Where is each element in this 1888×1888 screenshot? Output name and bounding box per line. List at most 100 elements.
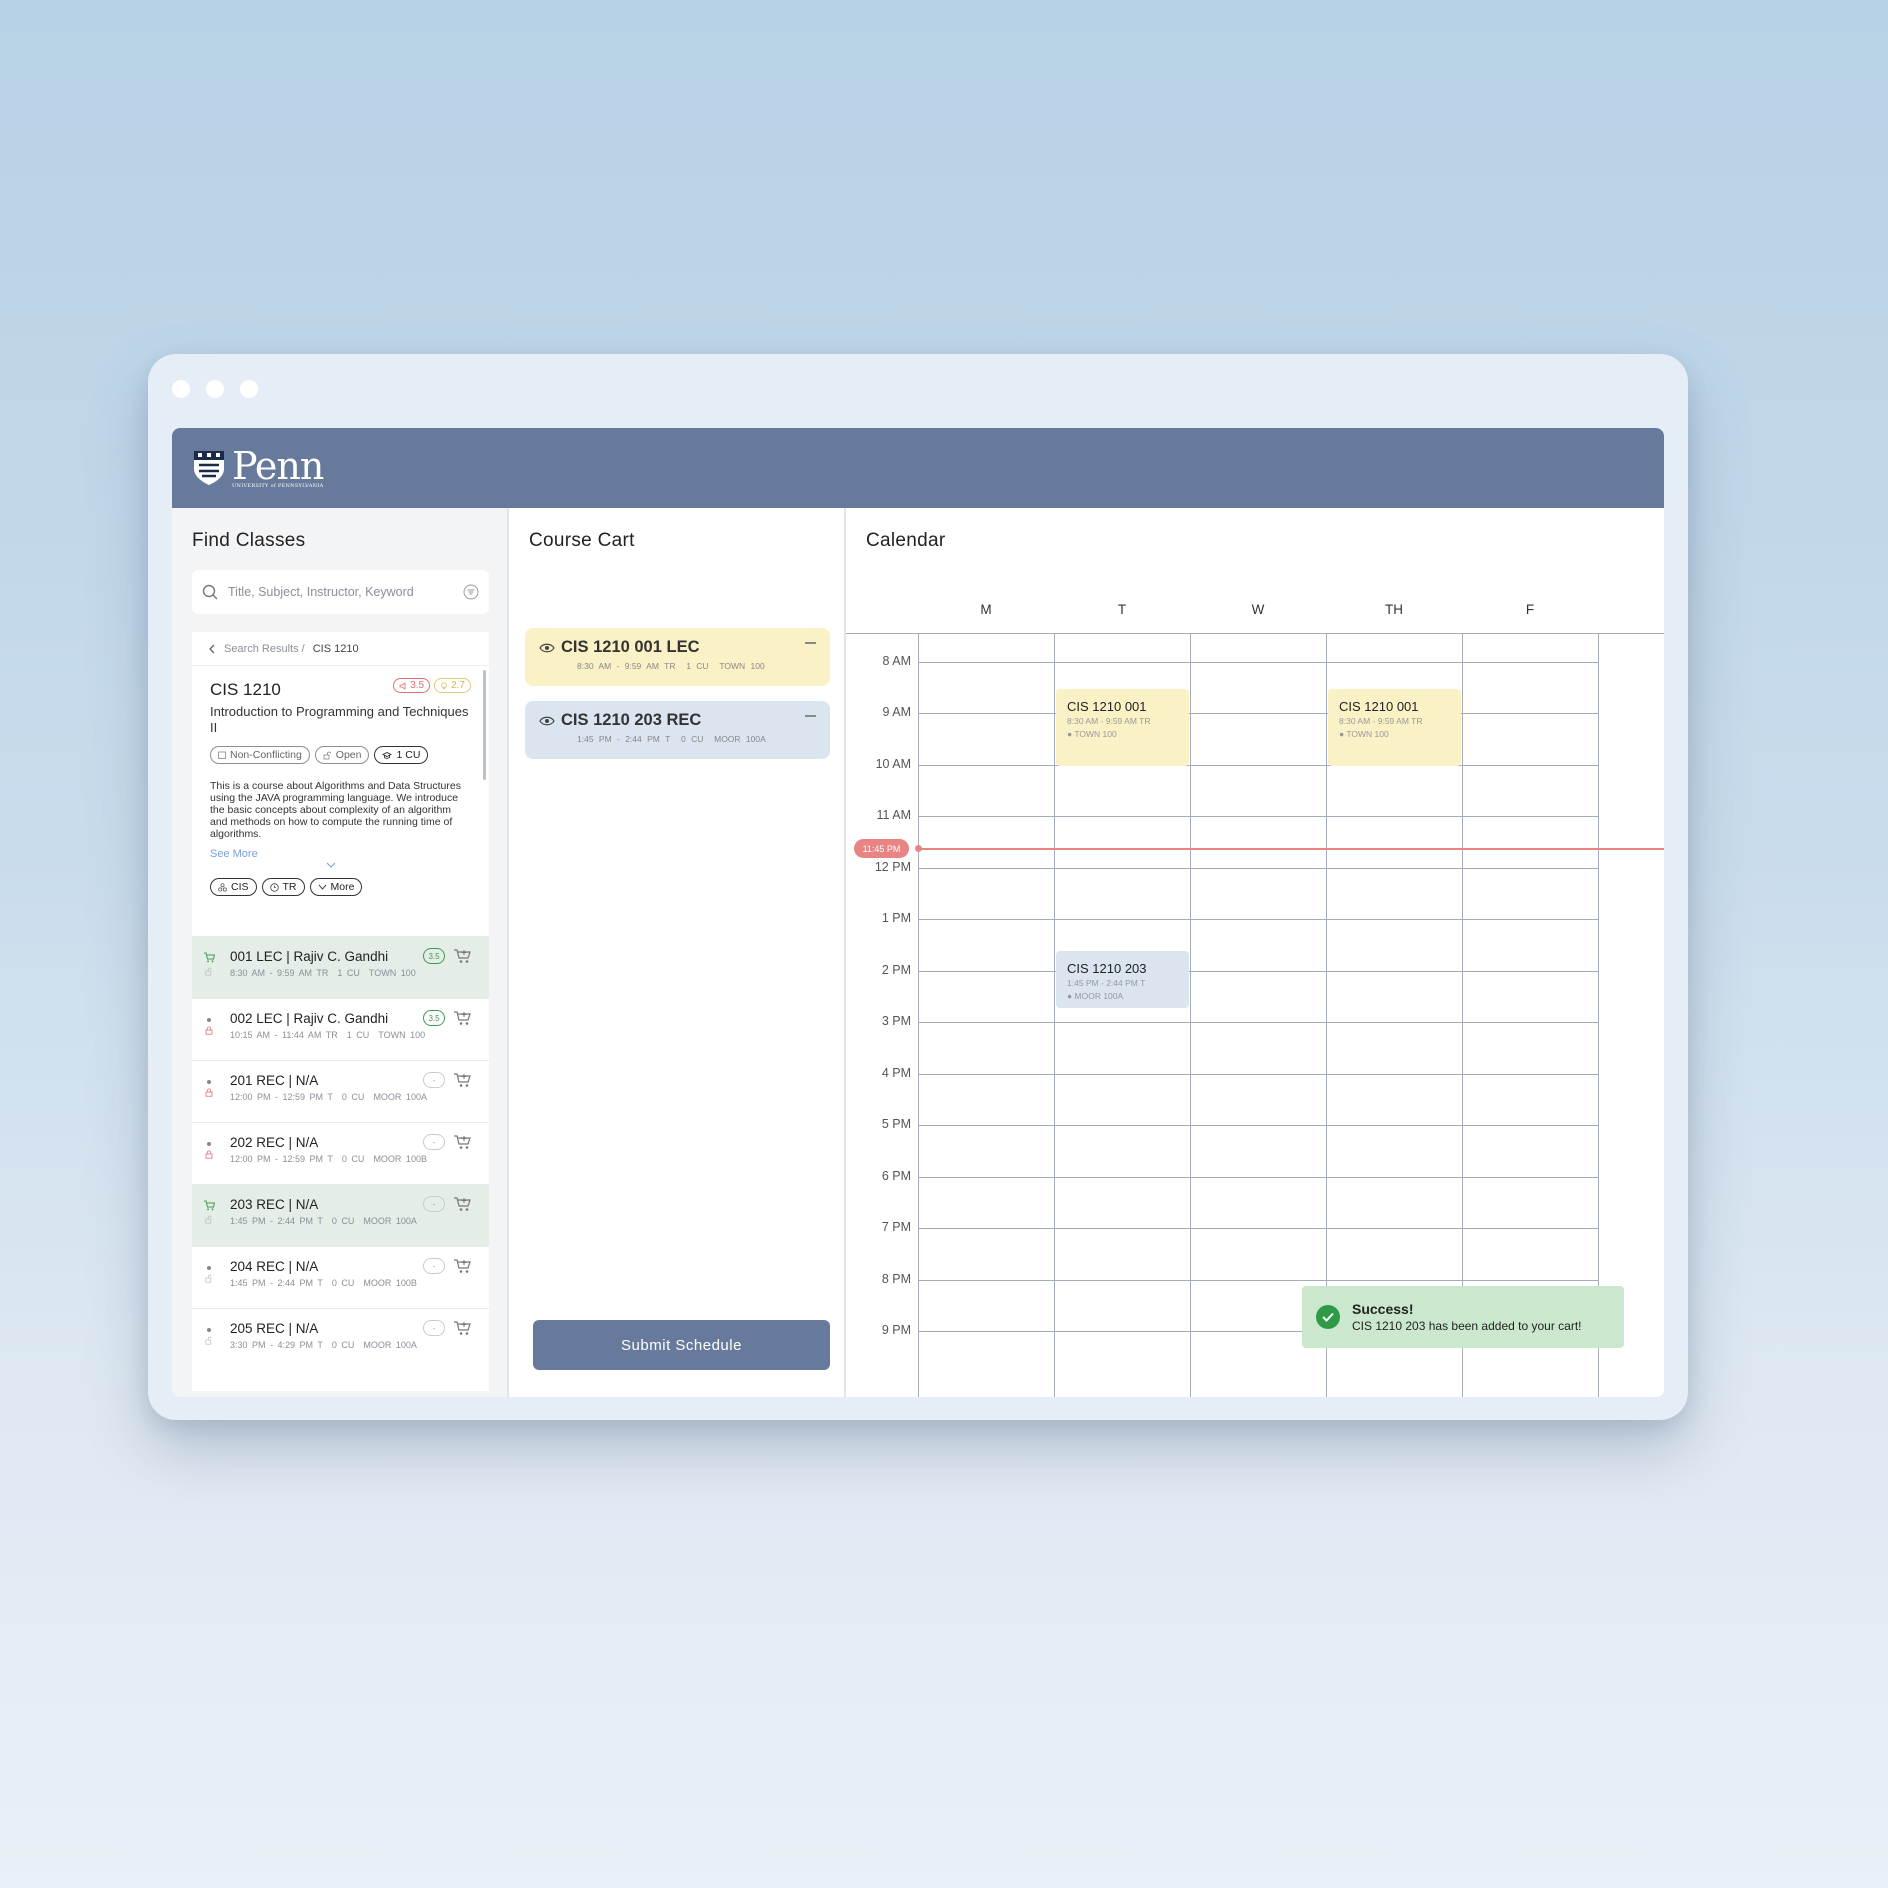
lock-icon <box>205 1026 213 1035</box>
quality-rating: 2.7 <box>434 678 471 693</box>
grid-line <box>918 1125 1598 1126</box>
time-label: 2 PM <box>881 963 911 977</box>
course-cart-panel: Course Cart CIS 1210 001 LEC 8:30 AM - 9… <box>509 508 846 1397</box>
grid-line <box>1462 633 1463 1397</box>
grid-line <box>918 1280 1598 1281</box>
see-more-link[interactable]: See More <box>210 848 471 860</box>
top-bar: Penn UNIVERSITY of PENNSYLVANIA <box>172 428 1664 508</box>
calendar-panel: Calendar M T W TH F 8 AM 9 AM 10 AM 11 A… <box>846 508 1664 1397</box>
lock-icon <box>205 1088 213 1097</box>
section-row[interactable]: 204 REC | N/A 1:45 PM - 2:44 PM T 0 CU M… <box>192 1246 489 1308</box>
add-to-cart-icon[interactable] <box>453 947 473 965</box>
add-to-cart-icon[interactable] <box>453 1009 473 1027</box>
add-to-cart-icon[interactable] <box>453 1195 473 1213</box>
course-description: This is a course about Algorithms and Da… <box>210 780 461 840</box>
check-circle-icon <box>1316 1305 1340 1329</box>
unlock-icon <box>205 1274 212 1283</box>
day-header-fri: F <box>1525 602 1535 617</box>
window-dot-minimize[interactable] <box>206 380 224 398</box>
breadcrumb-current: CIS 1210 <box>312 642 359 655</box>
add-to-cart-icon[interactable] <box>453 1133 473 1151</box>
section-row[interactable]: 203 REC | N/A 1:45 PM - 2:44 PM T 0 CU M… <box>192 1184 489 1246</box>
grid-line <box>1326 633 1327 1397</box>
grid-line <box>918 971 1598 972</box>
cart-item[interactable]: CIS 1210 001 LEC 8:30 AM - 9:59 AM TR 1 … <box>525 628 830 686</box>
grid-line <box>918 868 1598 869</box>
event-room: TOWN 100 <box>1346 729 1389 739</box>
section-row[interactable]: 002 LEC | Rajiv C. Gandhi 10:15 AM - 11:… <box>192 998 489 1060</box>
section-meta: 8:30 AM - 9:59 AM TR 1 CU TOWN 100 <box>230 968 416 978</box>
event-room: MOOR 100A <box>1074 991 1124 1001</box>
chevron-down-icon[interactable] <box>192 860 471 872</box>
section-meta: 12:00 PM - 12:59 PM T 0 CU MOOR 100B <box>230 1154 427 1164</box>
eye-icon[interactable] <box>539 716 555 726</box>
grid-line <box>918 1074 1598 1075</box>
grid-line <box>1190 633 1191 1397</box>
rating-badge: - <box>423 1258 445 1274</box>
time-label: 6 PM <box>881 1169 911 1183</box>
unlock-icon <box>205 967 212 976</box>
window-dot-maximize[interactable] <box>240 380 258 398</box>
section-meta: 1:45 PM - 2:44 PM T 0 CU MOOR 100B <box>230 1278 417 1288</box>
calendar-event[interactable]: CIS 1210 001 8:30 AM - 9:59 AM TR ● TOWN… <box>1328 689 1461 766</box>
calendar-event[interactable]: CIS 1210 203 1:45 PM - 2:44 PM T ● MOOR … <box>1056 951 1189 1008</box>
time-label: 5 PM <box>881 1117 911 1131</box>
pin-icon: ● <box>1067 991 1073 1001</box>
rating-badge: - <box>423 1196 445 1212</box>
grid-line <box>918 662 1598 663</box>
filter-icon[interactable] <box>463 584 479 600</box>
window-dot-close[interactable] <box>172 380 190 398</box>
cart-item[interactable]: CIS 1210 203 REC 1:45 PM - 2:44 PM T 0 C… <box>525 701 830 759</box>
rating-badge: - <box>423 1072 445 1088</box>
current-time-line <box>918 848 1664 850</box>
day-header-mon: M <box>980 602 992 617</box>
submit-schedule-button[interactable]: Submit Schedule <box>533 1320 830 1370</box>
unlock-icon <box>205 1336 212 1345</box>
section-meta: 12:00 PM - 12:59 PM T 0 CU MOOR 100A <box>230 1092 427 1102</box>
eye-icon[interactable] <box>539 643 555 653</box>
cart-item-meta: 8:30 AM - 9:59 AM TR 1 CU TOWN 100 <box>577 661 765 671</box>
search-bar <box>192 570 489 614</box>
cart-item-title: CIS 1210 001 LEC <box>561 638 700 656</box>
time-label: 9 AM <box>882 705 912 719</box>
tag-non-conflicting: Non-Conflicting <box>210 746 310 764</box>
find-classes-title: Find Classes <box>192 530 306 551</box>
remove-icon[interactable] <box>805 642 816 644</box>
remove-icon[interactable] <box>805 715 816 717</box>
time-label: 9 PM <box>881 1323 911 1337</box>
add-to-cart-icon[interactable] <box>453 1071 473 1089</box>
calendar-event[interactable]: CIS 1210 001 8:30 AM - 9:59 AM TR ● TOWN… <box>1056 689 1189 766</box>
search-input[interactable] <box>228 585 453 599</box>
section-row[interactable]: 201 REC | N/A 12:00 PM - 12:59 PM T 0 CU… <box>192 1060 489 1122</box>
success-toast[interactable]: Success! CIS 1210 203 has been added to … <box>1302 1286 1624 1348</box>
lock-icon <box>205 1150 213 1159</box>
bullet-icon <box>207 1080 211 1084</box>
penn-logo[interactable]: Penn UNIVERSITY of PENNSYLVANIA <box>192 447 324 489</box>
section-row[interactable]: 205 REC | N/A 3:30 PM - 4:29 PM T 0 CU M… <box>192 1308 489 1370</box>
current-time-badge: 11:45 PM <box>854 839 909 858</box>
logo-wordmark: Penn <box>232 444 324 488</box>
chevron-left-icon[interactable] <box>208 644 216 654</box>
rating-badge: 3.5 <box>423 948 445 964</box>
add-to-cart-icon[interactable] <box>453 1319 473 1337</box>
scrollbar[interactable] <box>483 670 486 780</box>
search-icon <box>202 584 218 600</box>
filter-subject[interactable]: CIS <box>210 878 257 896</box>
section-row[interactable]: 001 LEC | Rajiv C. Gandhi 8:30 AM - 9:59… <box>192 936 489 998</box>
grid-line <box>918 1228 1598 1229</box>
unlock-icon <box>205 1215 212 1224</box>
cart-check-icon <box>204 952 215 963</box>
filter-more[interactable]: More <box>309 878 363 896</box>
grid-line <box>918 816 1598 817</box>
event-time: 8:30 AM - 9:59 AM TR <box>1067 716 1151 726</box>
section-row[interactable]: 202 REC | N/A 12:00 PM - 12:59 PM T 0 CU… <box>192 1122 489 1184</box>
add-to-cart-icon[interactable] <box>453 1257 473 1275</box>
course-tags: Non-Conflicting Open 1 CU <box>210 746 471 764</box>
filter-days[interactable]: TR <box>261 878 305 896</box>
breadcrumb-parent[interactable]: Search Results / <box>224 643 305 655</box>
grid-line <box>918 1022 1598 1023</box>
grid-line <box>1054 633 1055 1397</box>
calendar-title: Calendar <box>866 530 946 551</box>
shapes-icon <box>218 882 227 891</box>
find-classes-panel: Find Classes Search Results / CIS 1210 <box>172 508 509 1397</box>
